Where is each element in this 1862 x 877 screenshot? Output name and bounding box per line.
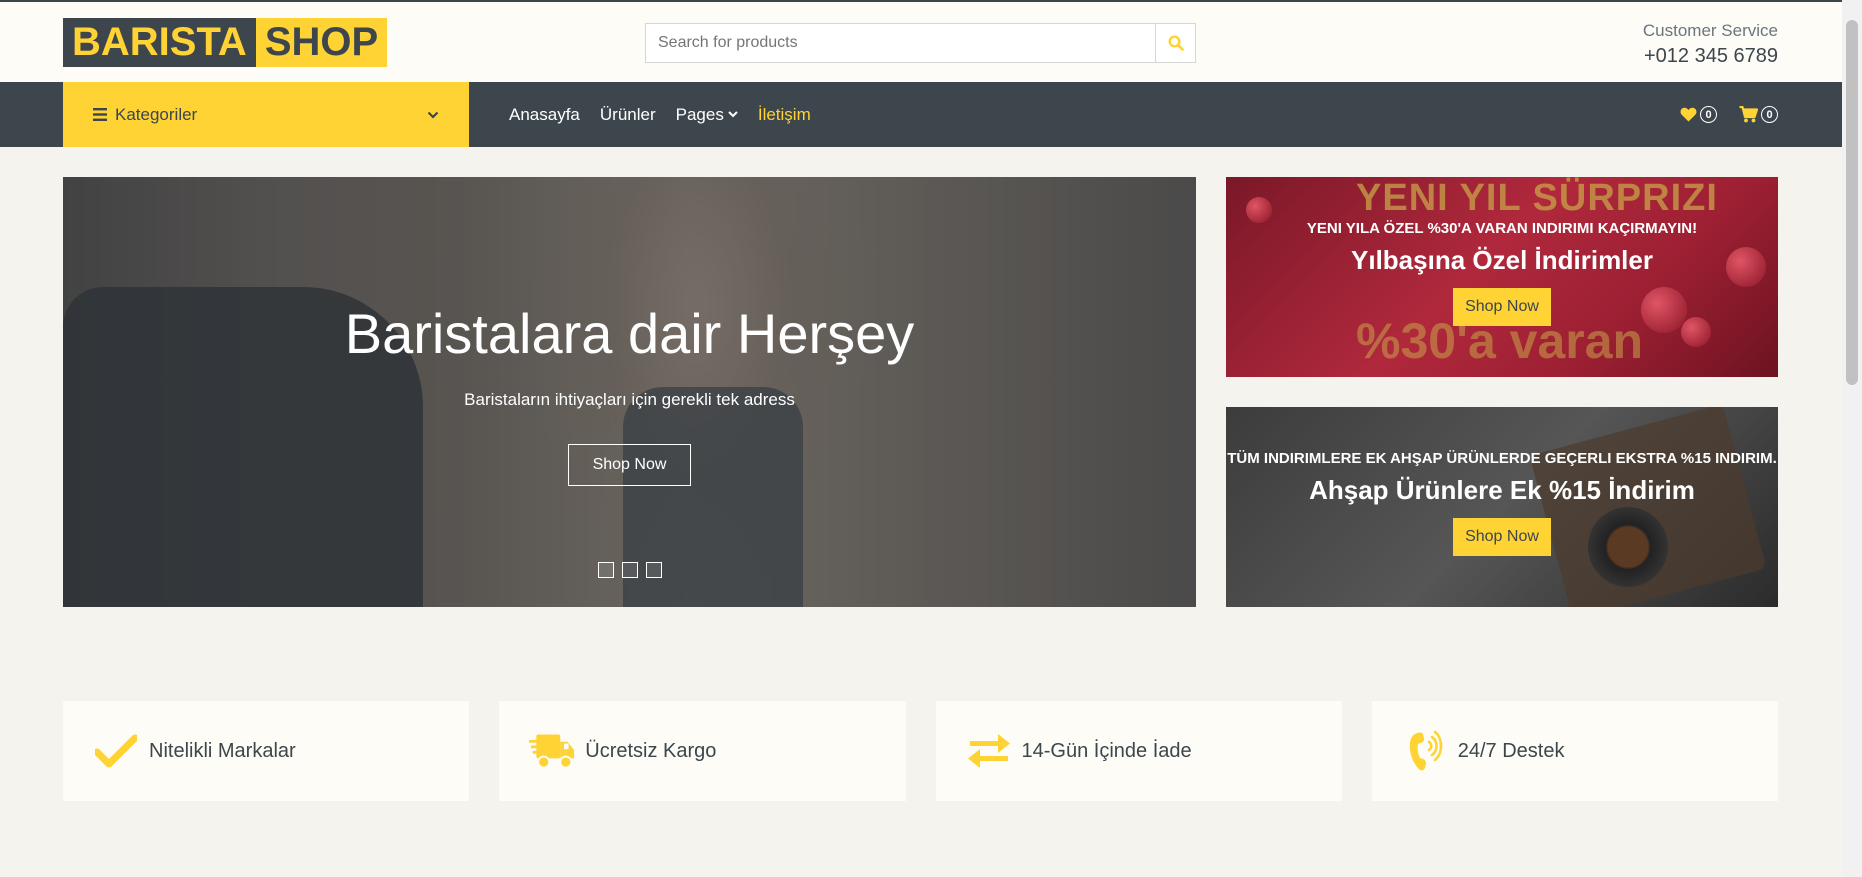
cart-button[interactable]: 0 (1739, 106, 1778, 123)
wishlist-count-badge: 0 (1700, 106, 1717, 123)
ornament-ball (1681, 317, 1711, 347)
promo-overline: YENI YILA ÖZEL %30'A VARAN INDIRIMI KAÇI… (1306, 220, 1698, 237)
nav-item-iletisim[interactable]: İletişim (758, 105, 811, 125)
hero-title: Baristalara dair Herşey (344, 302, 915, 365)
phone-volume-icon (1402, 728, 1448, 774)
promo-title: Yılbaşına Özel İndirimler (1351, 245, 1653, 275)
heart-icon (1680, 107, 1697, 122)
promo-overline: TÜM INDIRIMLERE EK AHŞAP ÜRÜNLERDE GEÇER… (1227, 450, 1777, 467)
hero-shop-now-button[interactable]: Shop Now (568, 444, 691, 486)
search-button[interactable] (1155, 23, 1196, 63)
categories-dropdown[interactable]: Kategoriler (63, 82, 469, 147)
promo-shop-now-button[interactable]: Shop Now (1453, 288, 1551, 326)
exchange-arrows-icon (966, 728, 1012, 774)
main-navbar: Kategoriler Anasayfa Ürünler Pages İleti… (0, 82, 1842, 147)
shopping-cart-icon (1739, 106, 1758, 123)
carousel-indicator-2[interactable] (622, 562, 638, 578)
logo-part2: SHOP (255, 18, 388, 67)
promo-background-cup (1588, 507, 1668, 587)
search-bar (645, 23, 1196, 63)
nav-icons: 0 0 (1680, 82, 1778, 147)
feature-label: 14-Gün İçinde İade (1021, 739, 1192, 762)
hero-subtitle: Baristaların ihtiyaçları için gerekli te… (464, 390, 795, 409)
search-icon (1167, 35, 1184, 51)
cart-count-badge: 0 (1761, 106, 1778, 123)
hero-content: Baristalara dair Herşey Baristaların iht… (63, 177, 1196, 607)
logo-part1: BARISTA (63, 18, 256, 67)
ornament-ball (1641, 287, 1687, 333)
customer-service-label: Customer Service (1642, 21, 1778, 40)
page-scrollbar[interactable] (1842, 0, 1862, 877)
promo-banner-wood: TÜM INDIRIMLERE EK AHŞAP ÜRÜNLERDE GEÇER… (1226, 407, 1778, 607)
carousel-indicator-1[interactable] (598, 562, 614, 578)
nav-menu: Anasayfa Ürünler Pages İletişim (509, 82, 811, 147)
check-icon (93, 728, 139, 774)
feature-free-shipping: Ücretsiz Kargo (499, 701, 906, 801)
feature-label: Ücretsiz Kargo (585, 739, 717, 762)
carousel-indicator-3[interactable] (646, 562, 662, 578)
site-logo[interactable]: BARISTA SHOP (63, 18, 388, 67)
feature-24-7-support: 24/7 Destek (1371, 701, 1778, 801)
customer-service-phone: +012 345 6789 (1643, 45, 1778, 67)
nav-item-urunler[interactable]: Ürünler (600, 105, 656, 125)
feature-label: 24/7 Destek (1457, 739, 1565, 762)
carousel-indicators (598, 562, 662, 578)
promo-background-discount: %30'a varan indirim (1356, 313, 1644, 377)
chevron-down-icon (427, 111, 439, 119)
promo-background-headline: YENI YIL SÜRPRIZI (1356, 177, 1718, 219)
promo-shop-now-button[interactable]: Shop Now (1453, 518, 1551, 556)
feature-label: Nitelikli Markalar (149, 739, 296, 762)
bars-icon (93, 108, 107, 121)
features-row: Nitelikli Markalar Ücretsiz Kargo 14-Gün… (63, 701, 1778, 801)
feature-quality-brands: Nitelikli Markalar (63, 701, 470, 801)
scrollbar-thumb[interactable] (1846, 20, 1858, 385)
feature-14-day-return: 14-Gün İçinde İade (935, 701, 1342, 801)
hero-carousel: Baristalara dair Herşey Baristaların iht… (63, 177, 1196, 607)
top-header: BARISTA SHOP Customer Service +012 345 6… (0, 0, 1842, 82)
ornament-ball (1726, 247, 1766, 287)
shipping-truck-icon (529, 728, 575, 774)
nav-item-pages[interactable]: Pages (676, 105, 738, 125)
customer-service: Customer Service +012 345 6789 (1643, 20, 1778, 70)
promo-banner-newyear: YENI YIL SÜRPRIZI %30'a varan indirim YE… (1226, 177, 1778, 377)
nav-item-anasayfa[interactable]: Anasayfa (509, 105, 580, 125)
ornament-ball (1246, 197, 1272, 223)
wishlist-button[interactable]: 0 (1680, 106, 1717, 123)
promo-title: Ahşap Ürünlere Ek %15 İndirim (1309, 475, 1695, 505)
search-input[interactable] (645, 23, 1155, 63)
categories-label: Kategoriler (115, 104, 198, 124)
nav-item-pages-label: Pages (675, 104, 724, 124)
chevron-down-icon (728, 111, 738, 118)
